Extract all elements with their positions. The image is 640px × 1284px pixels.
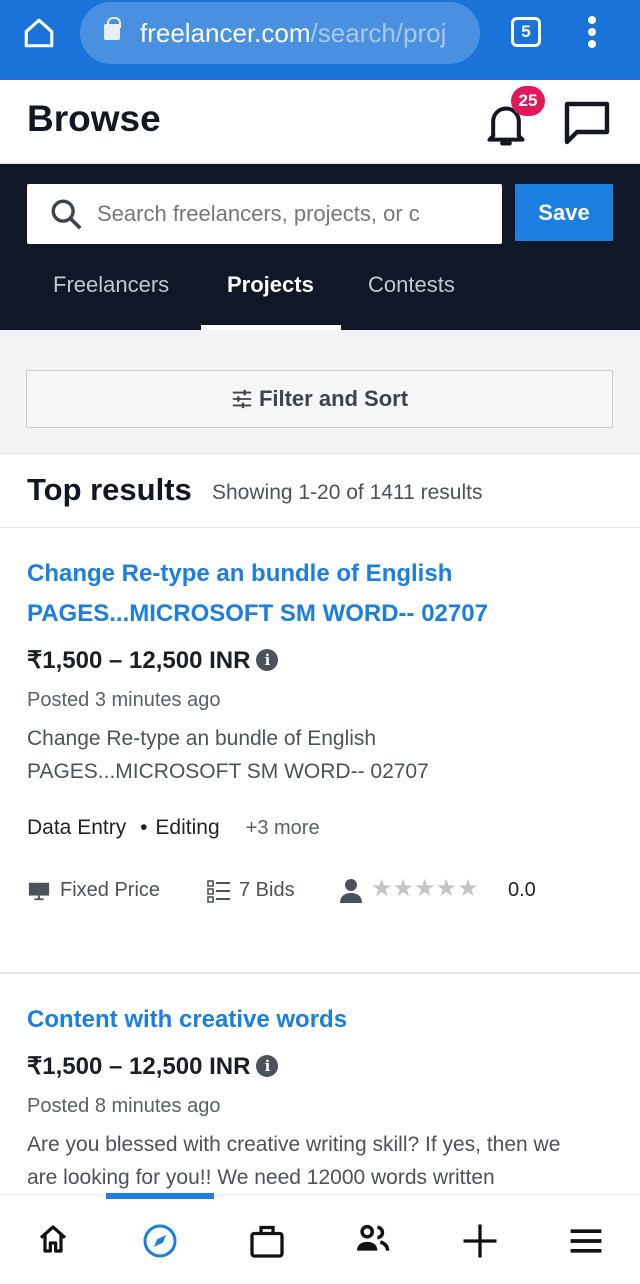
home-icon[interactable] xyxy=(22,16,56,50)
filter-label: Filter and Sort xyxy=(258,386,409,411)
tab-projects[interactable]: Projects xyxy=(227,272,314,298)
browser-menu-icon[interactable] xyxy=(588,16,596,52)
project-title[interactable]: Content with creative words xyxy=(0,974,640,1040)
more-skills-link[interactable]: +3 more xyxy=(246,817,320,839)
rating-value: 0.0 xyxy=(508,879,536,901)
results-header: Top results Showing 1-20 of 1411 results xyxy=(0,454,640,528)
url-domain: freelancer.com xyxy=(140,18,311,48)
messages-icon[interactable] xyxy=(563,98,611,146)
search-input[interactable] xyxy=(97,184,467,244)
bottom-navigation xyxy=(0,1194,640,1284)
lock-icon xyxy=(104,17,121,40)
tab-switcher-button[interactable]: 5 xyxy=(511,17,541,47)
sliders-icon xyxy=(232,389,252,409)
info-icon[interactable]: i xyxy=(256,649,279,671)
project-price: ₹1,500 – 12,500 INR i xyxy=(0,646,640,675)
posted-time: Posted 8 minutes ago xyxy=(27,1095,221,1117)
filter-section: Filter and Sort xyxy=(0,330,640,454)
price-type: Fixed Price xyxy=(60,879,161,901)
bids-count: 7 Bids xyxy=(239,879,295,901)
project-card[interactable]: Content with creative words ₹1,500 – 12,… xyxy=(0,974,640,1194)
user-icon xyxy=(340,879,362,903)
project-description: Change Re-type an bundle of English PAGE… xyxy=(27,727,429,783)
menu-icon[interactable] xyxy=(569,1227,603,1255)
results-count: Showing 1-20 of 1411 results xyxy=(212,481,483,504)
post-plus-icon[interactable] xyxy=(462,1223,498,1259)
page-title: Browse xyxy=(27,98,161,139)
url-bar[interactable]: freelancer.com/search/proj xyxy=(80,2,480,64)
notification-badge: 25 xyxy=(511,86,545,116)
save-button[interactable]: Save xyxy=(515,184,613,241)
posted-time: Posted 3 minutes ago xyxy=(27,689,221,711)
monitor-icon xyxy=(28,882,50,901)
browse-compass-icon[interactable] xyxy=(142,1223,178,1259)
skill-tag[interactable]: Editing xyxy=(155,816,219,839)
project-card[interactable]: Change Re-type an bundle of English PAGE… xyxy=(0,528,640,974)
project-meta: Fixed Price 7 Bids ★★★★★ 0.0 xyxy=(0,875,640,916)
info-icon[interactable]: i xyxy=(256,1055,279,1077)
search-section: Save Freelancers Projects Contests xyxy=(0,164,640,330)
project-description: Are you blessed with creative writing sk… xyxy=(27,1133,561,1189)
skills-list: Data Entry • Editing +3 more xyxy=(27,816,320,839)
project-price: ₹1,500 – 12,500 INR i xyxy=(0,1052,640,1081)
filter-sort-button[interactable]: Filter and Sort xyxy=(26,370,613,428)
results-heading: Top results xyxy=(27,472,192,507)
projects-briefcase-icon[interactable] xyxy=(249,1223,285,1259)
tab-contests[interactable]: Contests xyxy=(368,272,455,298)
browser-bar: freelancer.com/search/proj 5 xyxy=(0,0,640,80)
url-path: /search/proj xyxy=(310,18,447,48)
home-icon[interactable] xyxy=(37,1223,69,1255)
app-header: Browse 25 xyxy=(0,80,640,164)
skill-tag[interactable]: Data Entry xyxy=(27,816,126,839)
rating-stars: ★★★★★ xyxy=(371,875,479,902)
contacts-icon[interactable] xyxy=(355,1223,391,1255)
scroll-indicator xyxy=(106,1193,214,1199)
bids-list-icon xyxy=(207,880,230,903)
search-icon xyxy=(51,199,82,230)
search-box xyxy=(27,184,502,244)
tab-freelancers[interactable]: Freelancers xyxy=(53,272,169,298)
project-title[interactable]: Change Re-type an bundle of English PAGE… xyxy=(0,528,640,634)
